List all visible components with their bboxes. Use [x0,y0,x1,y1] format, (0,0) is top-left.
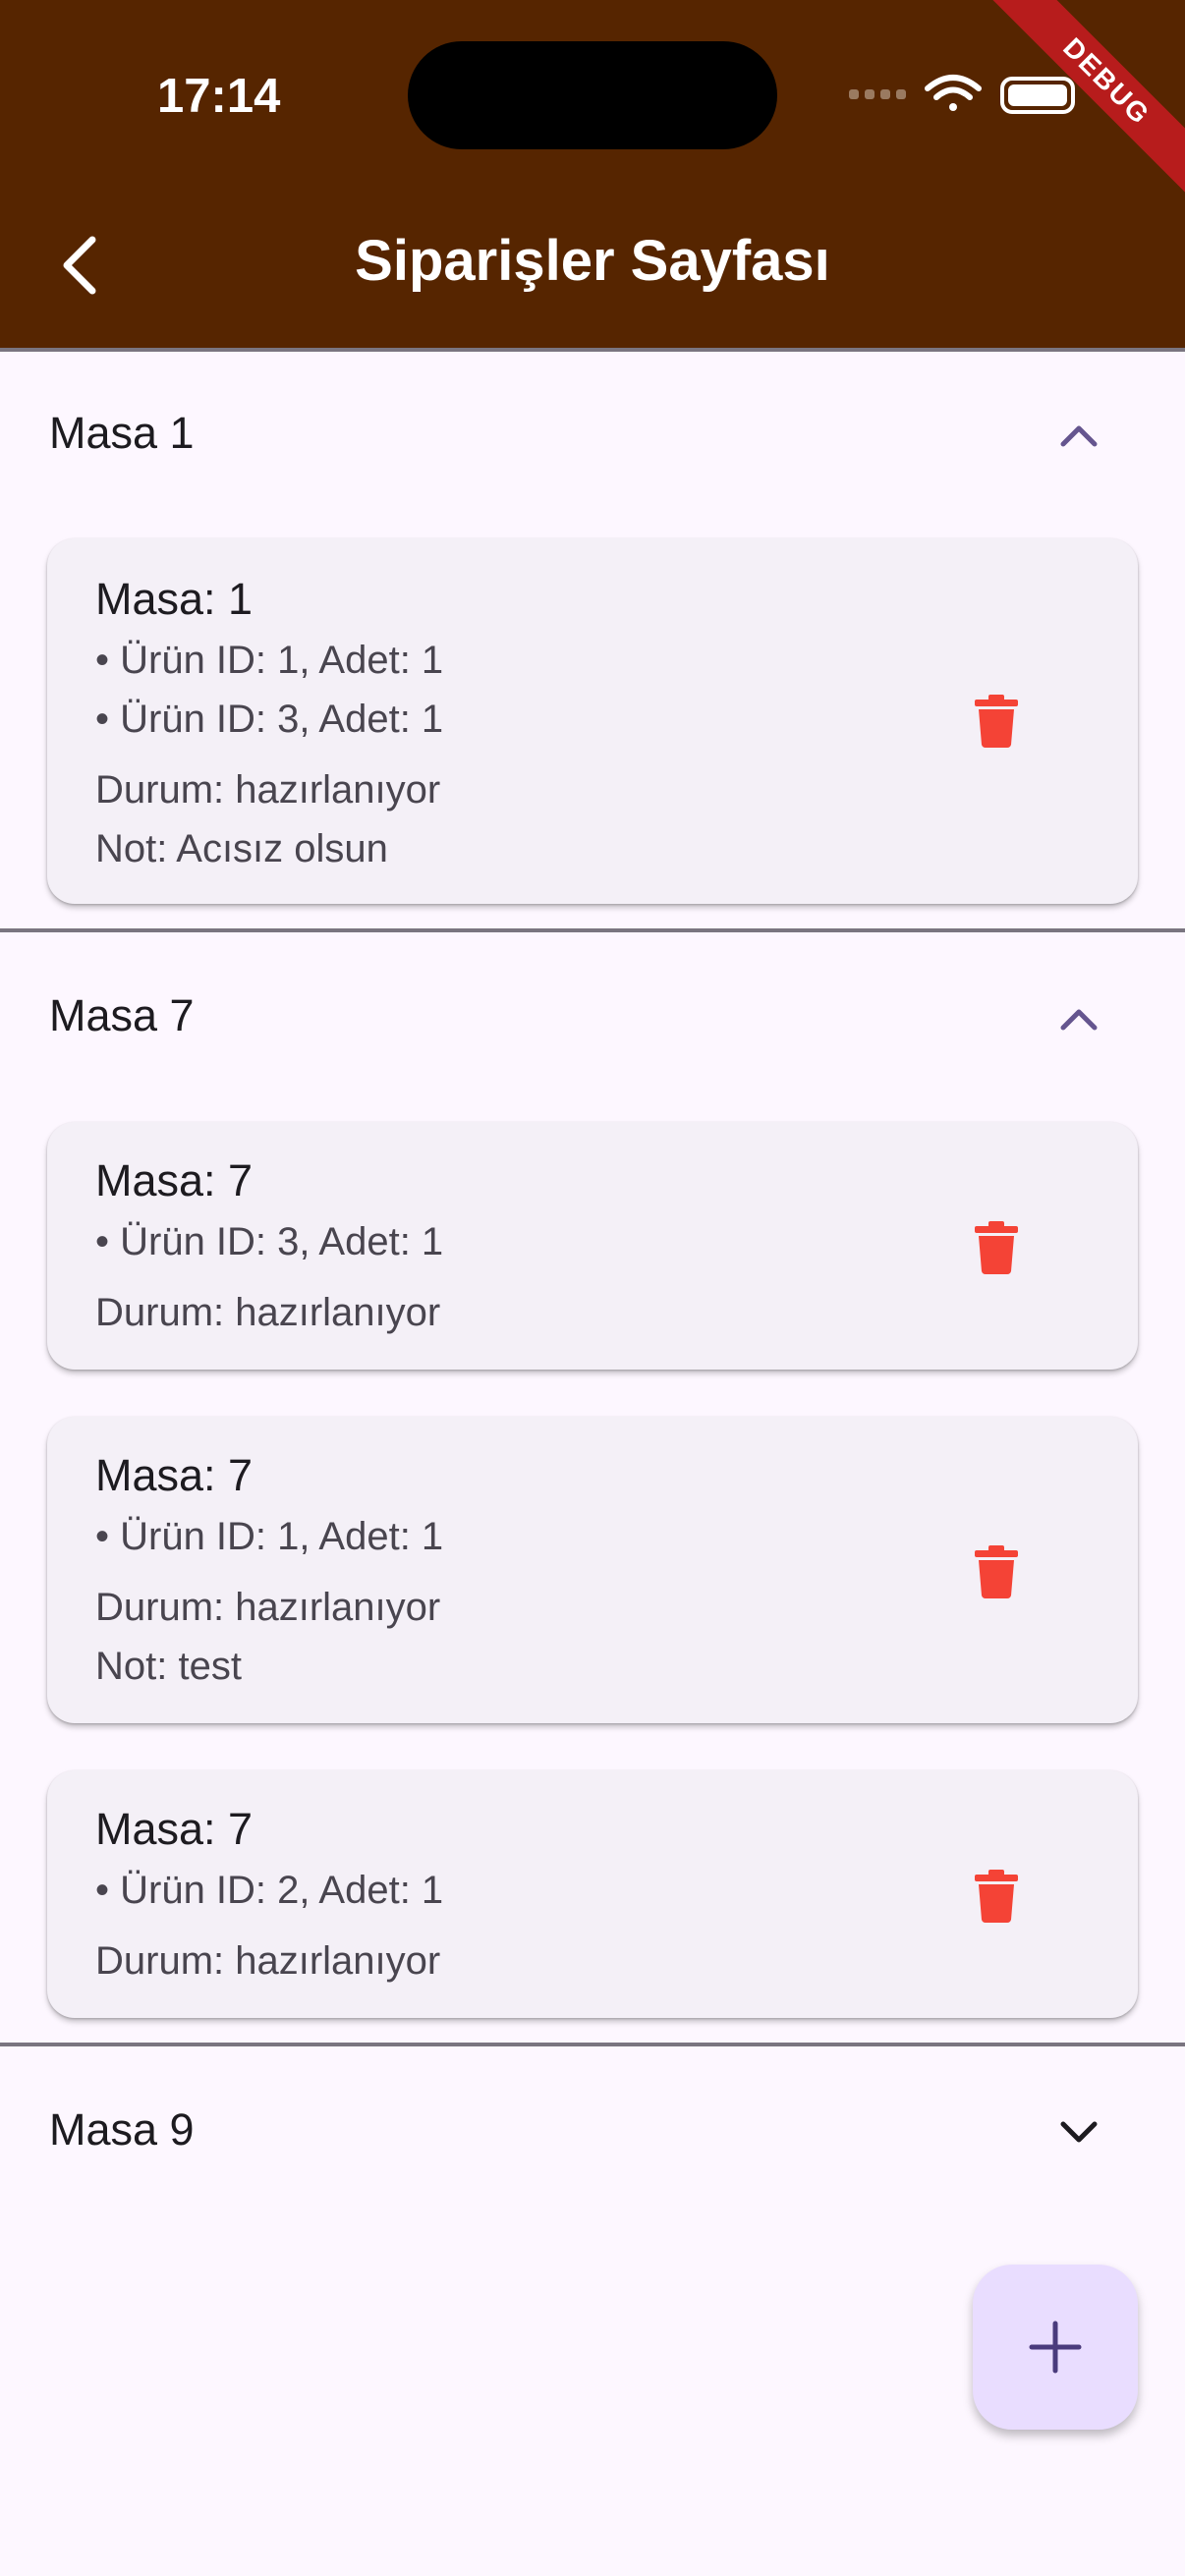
order-status: Durum: hazırlanıyor [95,1586,441,1629]
group-divider [0,2043,1185,2046]
group-title-masa-9[interactable]: Masa 9 [49,2104,195,2156]
order-card: Masa: 7 • Ürün ID: 2, Adet: 1 Durum: haz… [47,1770,1138,2018]
order-item: • Ürün ID: 2, Adet: 1 [95,1869,444,1912]
status-time: 17:14 [157,70,281,123]
chevron-up-icon[interactable] [1051,415,1106,454]
add-order-button[interactable] [973,2265,1138,2430]
group-divider [0,928,1185,932]
order-status: Durum: hazırlanıyor [95,768,441,812]
order-title: Masa: 1 [95,574,254,624]
order-status: Durum: hazırlanıyor [95,1939,441,1983]
group-title-masa-7[interactable]: Masa 7 [49,990,195,1041]
order-card: Masa: 1 • Ürün ID: 1, Adet: 1 • Ürün ID:… [47,538,1138,904]
order-note: Not: Acısız olsun [95,827,388,870]
trash-icon[interactable] [973,1869,1020,1924]
dynamic-island [408,41,777,149]
chevron-down-icon[interactable] [1051,2112,1106,2152]
order-item: • Ürün ID: 3, Adet: 1 [95,1220,444,1263]
order-title: Masa: 7 [95,1804,254,1854]
order-status: Durum: hazırlanıyor [95,1291,441,1334]
app-bar: 17:14 DEBUG Siparişler Sayfası [0,0,1185,349]
order-item: • Ürün ID: 3, Adet: 1 [95,698,444,741]
trash-icon[interactable] [973,1220,1020,1275]
group-title-masa-1[interactable]: Masa 1 [49,408,195,459]
page-title: Siparişler Sayfası [355,229,830,293]
order-item: • Ürün ID: 1, Adet: 1 [95,1515,444,1558]
status-icons [845,71,1081,120]
trash-icon[interactable] [973,694,1020,749]
plus-icon [1029,2321,1082,2374]
order-card: Masa: 7 • Ürün ID: 1, Adet: 1 Durum: haz… [47,1417,1138,1723]
order-card: Masa: 7 • Ürün ID: 3, Adet: 1 Durum: haz… [47,1122,1138,1370]
chevron-up-icon[interactable] [1051,998,1106,1037]
order-title: Masa: 7 [95,1450,254,1500]
signal-icon [849,89,906,99]
wifi-icon [925,75,982,111]
order-item: • Ürün ID: 1, Adet: 1 [95,639,444,682]
order-note: Not: test [95,1645,242,1688]
trash-icon[interactable] [973,1544,1020,1599]
battery-icon [1000,77,1075,114]
order-title: Masa: 7 [95,1155,254,1205]
appbar-divider [0,348,1185,352]
